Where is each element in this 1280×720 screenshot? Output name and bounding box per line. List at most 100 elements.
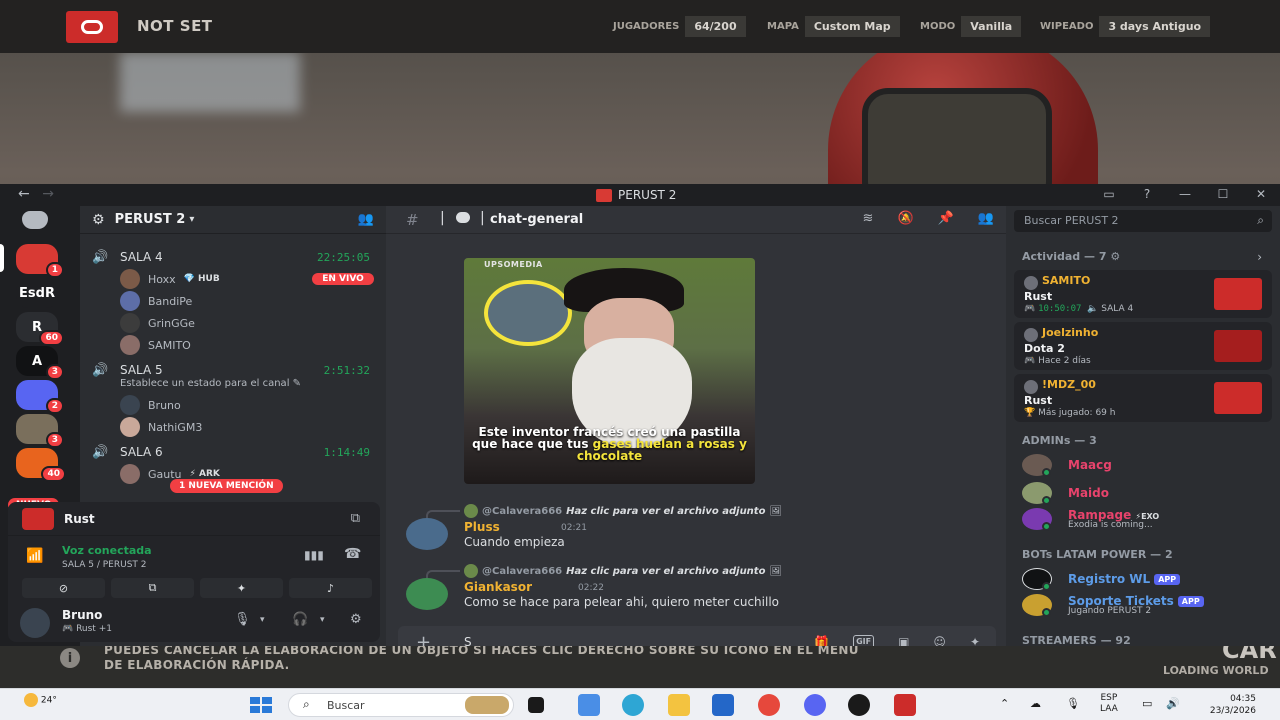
member-item[interactable]: Registro WL APP [1022, 568, 1272, 591]
chevron-down-icon[interactable]: ▾ [260, 615, 265, 625]
mute-bell-icon[interactable]: 🔕 [897, 211, 913, 226]
server-item-a[interactable]: A 3 [16, 346, 64, 380]
disconnect-icon[interactable]: ☎ [344, 546, 361, 562]
system-clock[interactable]: 04:35 23/3/2026 [1200, 693, 1256, 717]
avatar [120, 464, 140, 484]
mic-tray-icon[interactable]: 🎙 [1066, 697, 1080, 710]
discord-home-icon[interactable] [22, 211, 52, 233]
voice-member[interactable]: BandiPe [120, 291, 192, 311]
rust-taskbar-icon[interactable] [894, 694, 916, 716]
member-list-icon[interactable]: 👥 [978, 211, 994, 226]
activity-card[interactable]: SAMITO Rust 🎮 10:50:07 🔈 SALA 4 [1014, 270, 1272, 318]
taskbar-search[interactable]: ⌕ Buscar [288, 693, 514, 717]
discord-taskbar-icon[interactable] [804, 694, 826, 716]
outlook-icon[interactable] [712, 694, 734, 716]
inbox-icon[interactable]: ▭ [1100, 187, 1118, 201]
message-composer[interactable]: + S 🎁 GIF ▣ ☺ ✦ [398, 626, 996, 646]
server-item-esdr[interactable]: EsdR [16, 278, 58, 308]
task-view-icon[interactable] [528, 697, 544, 713]
camera-off-button[interactable]: ⊘ [22, 578, 105, 598]
network-icon[interactable]: ▭ [1142, 697, 1152, 710]
cloud-icon[interactable]: ☁ [1030, 697, 1041, 710]
background-sky [120, 52, 300, 112]
reply-preview[interactable]: @Calavera666 Haz clic para ver el archiv… [426, 564, 782, 580]
start-button[interactable] [250, 697, 272, 713]
settings-gear-icon[interactable]: ⚙ [350, 612, 362, 627]
stat-map: MAPA Custom Map [767, 16, 900, 37]
help-icon[interactable]: ? [1138, 187, 1156, 201]
microphone-icon[interactable]: 🎙 [234, 612, 251, 627]
threads-icon[interactable]: ≋ [863, 211, 874, 226]
server-item-7[interactable]: 40 [16, 448, 66, 482]
member-item[interactable]: Maido [1022, 482, 1272, 505]
pin-icon[interactable]: 📌 [938, 211, 954, 226]
activity-row[interactable]: Rust ⧉ [8, 502, 380, 536]
chat-bubble-icon [456, 212, 470, 223]
server-item-5[interactable]: 2 [16, 380, 64, 414]
voice-channel-sala6[interactable]: 🔊 SALA 6 1:14:49 [92, 443, 374, 461]
gear-icon[interactable]: ⚙ [92, 212, 105, 228]
add-member-icon[interactable]: 👥 [358, 212, 374, 227]
plus-icon[interactable]: + [416, 632, 431, 646]
emoji-icon[interactable]: ☺ [933, 635, 946, 646]
voice-member[interactable]: Bruno [120, 395, 181, 415]
voice-channel-sala4[interactable]: 🔊 SALA 4 22:25:05 [92, 248, 374, 266]
close-button[interactable]: ✕ [1252, 187, 1270, 201]
headphones-icon[interactable]: 🎧 [292, 612, 308, 627]
m365-app-icon[interactable] [578, 694, 600, 716]
chrome-icon[interactable] [758, 694, 780, 716]
file-explorer-icon[interactable] [668, 694, 690, 716]
activity-card[interactable]: !MDZ_00 Rust 🏆 Más jugado: 69 h [1014, 374, 1272, 422]
forward-arrow-icon[interactable]: → [42, 186, 54, 202]
language-indicator[interactable]: ESP LAA [1100, 693, 1118, 715]
voice-location[interactable]: SALA 5 / PERUST 2 [62, 560, 147, 570]
signal-icon[interactable]: 📶 [26, 548, 43, 564]
voice-member[interactable]: NathiGM3 [120, 417, 202, 437]
chevron-down-icon[interactable]: ▾ [320, 615, 325, 625]
reply-preview[interactable]: @Calavera666 Haz clic para ver el archiv… [426, 504, 782, 520]
back-arrow-icon[interactable]: ← [18, 186, 30, 202]
search-input[interactable]: Buscar PERUST 2 ⌕ [1014, 210, 1272, 232]
avatar[interactable] [406, 578, 448, 610]
image-attachment[interactable]: UPSOMEDIA Este inventor francés creó una… [464, 258, 755, 484]
voice-member[interactable]: Hoxx 💎 HUB [120, 269, 220, 289]
new-mention-pill[interactable]: 1 NUEVA MENCIÓN [170, 479, 283, 493]
activities-button[interactable]: ✦ [200, 578, 283, 598]
server-item-perust[interactable]: 1 [16, 244, 64, 278]
threads-hash-icon[interactable]: # [406, 211, 419, 229]
minimize-button[interactable]: — [1176, 187, 1194, 201]
message-author[interactable]: Pluss [464, 520, 500, 534]
message-author[interactable]: Giankasor [464, 580, 532, 594]
guild-header[interactable]: ⚙ PERUST 2 ▾ 👥 [80, 206, 386, 234]
game-hint-text: PUEDES CANCELAR LA ELABORACIÓN DE UN OBJ… [104, 643, 859, 672]
activity-card[interactable]: Joelzinho Dota 2 🎮 Hace 2 días [1014, 322, 1272, 370]
chevron-up-icon[interactable]: ⌃ [1000, 697, 1009, 710]
maximize-button[interactable]: ☐ [1214, 187, 1232, 201]
steam-icon[interactable] [848, 694, 870, 716]
volume-icon[interactable]: 🔊 [1166, 697, 1180, 710]
avatar[interactable] [406, 518, 448, 550]
gif-button[interactable]: GIF [853, 635, 875, 646]
noise-suppression-icon[interactable]: ▮▮▮ [304, 548, 324, 562]
server-item-6[interactable]: 3 [16, 414, 64, 448]
message-input[interactable]: S [464, 635, 472, 646]
weather-widget[interactable]: 24° [24, 693, 57, 707]
user-avatar[interactable] [20, 608, 50, 638]
sticker-icon[interactable]: ▣ [898, 635, 909, 646]
gift-icon[interactable]: 🎁 [814, 635, 829, 646]
member-item[interactable]: Soporte Tickets APP Jugando PERUST 2 [1022, 594, 1272, 617]
apps-icon[interactable]: ✦ [970, 635, 980, 646]
member-item[interactable]: Rampage ⚡EXO Exodia is coming... [1022, 508, 1272, 531]
member-item[interactable]: Maacg [1022, 454, 1272, 477]
channel-status[interactable]: Establece un estado para el canal ✎ [120, 378, 301, 389]
edge-browser-icon[interactable] [622, 694, 644, 716]
chevron-right-icon[interactable]: › [1257, 250, 1262, 264]
share-screen-button[interactable]: ⧉ [111, 578, 194, 598]
voice-channel-sala5[interactable]: 🔊 SALA 5 2:51:32 [92, 361, 374, 379]
voice-member[interactable]: SAMITO [120, 335, 191, 355]
server-item-r[interactable]: R 60 [16, 312, 64, 346]
voice-member[interactable]: GrinGGe [120, 313, 195, 333]
screen-share-icon[interactable]: ⧉ [351, 511, 360, 526]
soundboard-button[interactable]: ♪ [289, 578, 372, 598]
activity-section-title[interactable]: Actividad — 7 ⚙ [1022, 250, 1120, 263]
